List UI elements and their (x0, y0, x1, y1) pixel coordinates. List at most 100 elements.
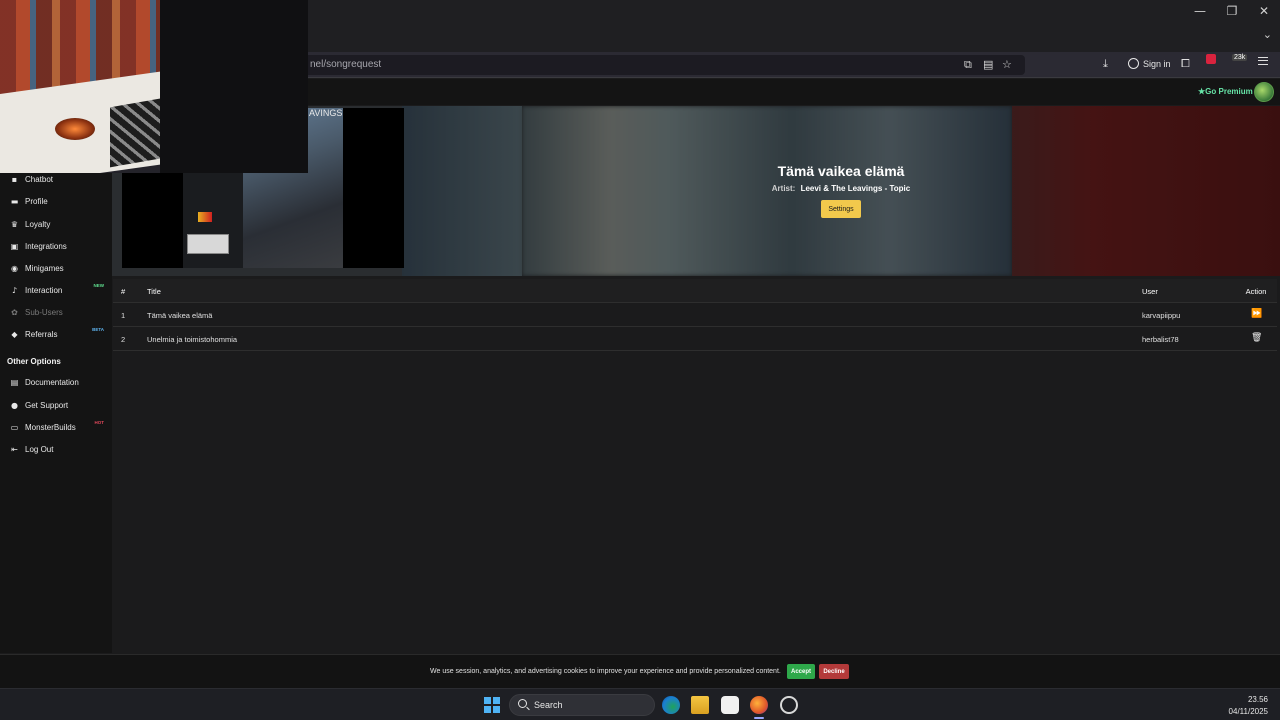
window-controls: — ❐ ✕ (1184, 0, 1280, 22)
sidebar-item-sub-users[interactable]: ✿ Sub-Users (0, 303, 112, 321)
beta-badge: BETA (92, 327, 104, 332)
bookmark-star-icon[interactable]: ☆ (1002, 58, 1012, 71)
settings-button[interactable]: Settings (821, 200, 861, 218)
row-title: Tämä vaikea elämä (147, 311, 213, 320)
sidebar-item-integrations[interactable]: ▣ Integrations (0, 237, 112, 255)
documentation-icon: ▤ (10, 377, 19, 387)
user-avatar[interactable] (1254, 82, 1274, 102)
sidebar-item-monsterbuilds[interactable]: ▭ MonsterBuilds HOT (0, 418, 112, 436)
address-bar[interactable]: nel/songrequest ⧉ ▤ ☆ (300, 55, 1025, 75)
logout-icon: ⇤ (11, 444, 18, 454)
go-premium-label: Go Premium (1205, 87, 1253, 96)
sidebar-item-label: Interaction (25, 285, 63, 295)
webcam-person (160, 0, 308, 173)
decline-cookies-button[interactable]: Decline (819, 664, 849, 679)
song-queue-table: # Title User Action 1 Tämä vaikea elämä … (113, 279, 1277, 351)
now-playing-artist: Artist: Leevi & The Leavings - Topic (712, 184, 970, 193)
sidebar-item-documentation[interactable]: ▤ Documentation (0, 373, 112, 391)
store-icon[interactable] (721, 696, 739, 714)
monitor-icon: ▭ (10, 422, 19, 432)
sidebar-item-label: Loyalty (25, 219, 51, 229)
go-premium-link[interactable]: ★Go Premium (1198, 87, 1253, 96)
sidebar-item-referrals[interactable]: ◆ Referrals BETA (0, 325, 112, 343)
gamepad-icon: ◉ (11, 263, 18, 273)
table-row: 2 Unelmia ja toimistohommia herbalist78 … (113, 327, 1277, 351)
music-icon: ♪ (11, 285, 18, 295)
table-row: 1 Tämä vaikea elämä karvapiippu ⏩ (113, 303, 1277, 327)
sidebar-item-label: Get Support (25, 400, 69, 410)
search-icon (518, 699, 527, 708)
sidebar-item-label: Documentation (25, 377, 79, 387)
video-caption: AVINGS (309, 108, 343, 118)
support-icon: ● (11, 400, 18, 410)
accept-cookies-button[interactable]: Accept (787, 664, 815, 679)
sidebar-item-label: Integrations (25, 241, 67, 251)
column-header-action: Action (1245, 287, 1267, 296)
sidebar-item-label: Profile (25, 196, 48, 206)
row-number: 1 (121, 311, 126, 320)
firefox-icon[interactable] (750, 696, 768, 714)
extension-badge-icon[interactable] (1206, 54, 1216, 64)
signin-button[interactable]: Sign in (1128, 58, 1171, 69)
webcam-overlay (0, 0, 308, 173)
sidebar-item-label: MonsterBuilds (25, 422, 76, 432)
account-icon (1128, 58, 1139, 69)
new-badge: NEW (93, 283, 105, 288)
artist-name: Leevi & The Leavings - Topic (800, 184, 911, 193)
hot-badge: HOT (94, 420, 105, 425)
minimize-icon[interactable]: — (1184, 0, 1216, 22)
clock-time: 23.56 (1247, 695, 1268, 704)
trash-icon[interactable]: 🗑 (1251, 333, 1262, 343)
windows-start-icon[interactable] (484, 697, 500, 713)
url-text[interactable]: nel/songrequest (310, 59, 381, 70)
cookie-banner: We use session, analytics, and advertisi… (0, 654, 1280, 688)
sidebar-item-interaction[interactable]: ♪ Interaction NEW (0, 281, 112, 299)
sidebar-item-label: Sub-Users (25, 307, 63, 317)
row-user: karvapiippu (1142, 311, 1181, 320)
tab-list-chevron-icon[interactable]: ⌄ (1263, 28, 1272, 41)
webcam-mouse (55, 118, 95, 140)
integrations-icon: ▣ (10, 241, 19, 251)
sidebar-item-label: Referrals (25, 329, 58, 339)
row-title: Unelmia ja toimistohommia (147, 335, 238, 344)
edge-icon[interactable] (662, 696, 680, 714)
sidebar-item-label: Log Out (25, 444, 54, 454)
table-header: # Title User Action (113, 279, 1277, 303)
profile-icon: ▬ (10, 196, 19, 206)
row-number: 2 (121, 335, 126, 344)
file-explorer-icon[interactable] (691, 696, 709, 714)
picture-in-picture-icon[interactable]: ⧉ (964, 58, 972, 72)
sidebar: ▪ Chatbot ▬ Profile ♛ Loyalty ▣ Integrat… (0, 173, 112, 653)
skip-icon[interactable]: ⏩ (1251, 309, 1262, 319)
extension-count-badge[interactable]: 23k (1232, 54, 1248, 61)
restore-icon[interactable]: ❐ (1216, 0, 1248, 22)
system-clock[interactable]: 23.56 04/11/2025 (1229, 694, 1268, 718)
menu-icon[interactable] (1258, 57, 1268, 65)
sidebar-item-loyalty[interactable]: ♛ Loyalty (0, 215, 112, 233)
sidebar-item-label: Chatbot (25, 174, 54, 184)
taskbar-search[interactable]: Search (509, 694, 655, 716)
downloads-icon[interactable]: ⤓ (1103, 57, 1108, 71)
clock-date: 04/11/2025 (1228, 707, 1268, 716)
sidebar-item-log-out[interactable]: ⇤ Log Out (0, 440, 112, 458)
app-icon[interactable] (780, 696, 798, 714)
row-user: herbalist78 (1142, 335, 1179, 344)
now-playing-title: Tämä vaikea elämä (777, 163, 905, 179)
column-header-title: Title (147, 287, 161, 296)
extensions-icon[interactable]: ⧠ (1181, 57, 1190, 71)
active-app-indicator (754, 717, 764, 719)
sidebar-item-profile[interactable]: ▬ Profile (0, 192, 112, 210)
video-taillight (198, 212, 212, 222)
referrals-icon: ◆ (11, 329, 18, 339)
sidebar-item-minigames[interactable]: ◉ Minigames (0, 259, 112, 277)
close-icon[interactable]: ✕ (1248, 0, 1280, 22)
sidebar-item-get-support[interactable]: ● Get Support (0, 396, 112, 414)
artist-label: Artist: (771, 184, 796, 193)
reader-view-icon[interactable]: ▤ (983, 58, 993, 71)
sub-users-icon: ✿ (11, 307, 18, 317)
trophy-icon: ♛ (10, 219, 19, 229)
other-options-heading: Other Options (7, 357, 61, 366)
column-header-number: # (121, 287, 126, 296)
cookie-text: We use session, analytics, and advertisi… (430, 668, 781, 675)
taskbar: Search 23.56 04/11/2025 (0, 688, 1280, 720)
